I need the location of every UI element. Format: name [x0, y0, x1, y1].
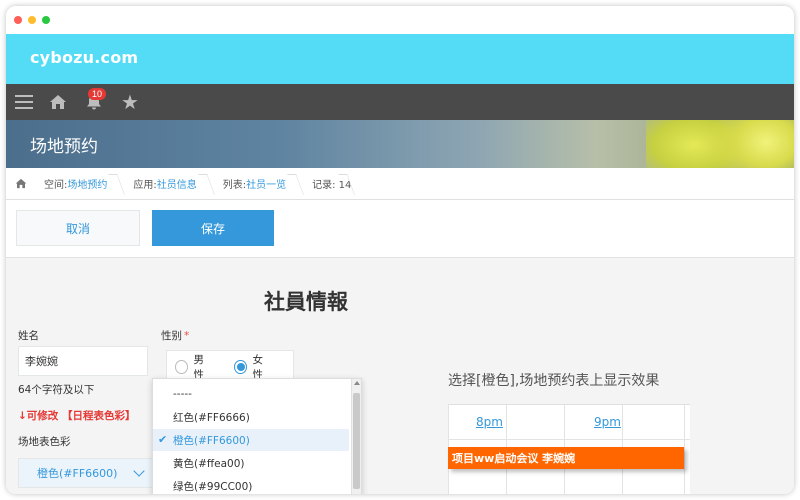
calendar-event[interactable]: 项目ww启动会议 李婉婉: [448, 447, 684, 469]
color-dropdown-list: ----- 红色(#FF6666) ✔ 橙色(#FF6600) 黄色(#ffea…: [152, 378, 362, 494]
name-field-value: 李婉婉: [25, 355, 58, 368]
schedule-preview: 8pm 9pm 项目ww启动会议 李婉婉: [448, 404, 690, 494]
scroll-up-arrow-icon[interactable]: [354, 381, 360, 385]
cancel-button[interactable]: 取消: [16, 210, 140, 246]
breadcrumb-list-link[interactable]: 社员一览: [246, 176, 286, 191]
dropdown-option-selected[interactable]: ✔ 橙色(#FF6600): [153, 429, 349, 451]
banner-decoration: [706, 120, 794, 168]
preview-description: 选择[橙色],场地预约表上显示效果: [448, 373, 660, 389]
color-select-value: 橙色(#FF6600): [37, 467, 118, 480]
gender-field-label: 性别 *: [161, 328, 189, 343]
color-select[interactable]: 橙色(#FF6600): [18, 458, 154, 488]
name-field-hint: 64个字符及以下: [18, 384, 95, 396]
gender-radio-male[interactable]: [175, 360, 188, 374]
breadcrumb-space-label: 空间:: [44, 180, 68, 191]
window-titlebar: [6, 6, 794, 34]
scrollbar-thumb[interactable]: [353, 393, 360, 489]
calendar-time-label[interactable]: 9pm: [594, 415, 621, 429]
gender-radio-female[interactable]: [234, 360, 247, 374]
calendar-gridline: [684, 405, 685, 494]
dropdown-option[interactable]: -----: [153, 383, 349, 405]
hamburger-menu-icon[interactable]: [12, 84, 36, 120]
minimize-window-button[interactable]: [28, 16, 36, 24]
breadcrumb-home-icon[interactable]: [10, 168, 32, 200]
space-banner: 场地预约: [6, 120, 794, 168]
chevron-down-icon: [133, 465, 145, 477]
close-window-button[interactable]: [14, 16, 22, 24]
breadcrumb-record: 记录: 14: [300, 168, 351, 200]
space-title: 场地预约: [30, 137, 98, 157]
breadcrumb-space: 空间: 场地预约: [32, 168, 121, 200]
breadcrumb-app: 应用: 社员信息: [121, 168, 210, 200]
brand-header: cybozu.com: [6, 34, 794, 84]
color-field-label: 场地表色彩: [18, 436, 71, 448]
top-navigation: 10 ★: [6, 84, 794, 120]
notification-badge: 10: [88, 88, 106, 100]
breadcrumb-space-link[interactable]: 场地预约: [67, 176, 107, 191]
name-field-label: 姓名: [18, 330, 39, 342]
dropdown-option[interactable]: 黄色(#ffea00): [153, 452, 349, 474]
name-field[interactable]: 李婉婉: [18, 346, 148, 376]
browser-window: cybozu.com 10 ★ 场地预约 空间: 场地预约 应用: 社员信息 列…: [6, 6, 794, 494]
breadcrumb-list-label: 列表:: [222, 180, 247, 191]
calendar-time-label[interactable]: 8pm: [476, 415, 503, 429]
breadcrumb-record-label: 记录: 14: [312, 180, 352, 191]
breadcrumb: 空间: 场地预约 应用: 社员信息 列表: 社员一览 记录: 14: [6, 168, 794, 200]
calendar-gridline: [448, 439, 690, 440]
required-marker: *: [184, 330, 190, 342]
dropdown-option[interactable]: 红色(#FF6666): [153, 406, 349, 428]
form-title: 社員情報: [264, 290, 348, 314]
checkmark-icon: ✔: [158, 433, 168, 446]
dropdown-option[interactable]: 绿色(#99CC00): [153, 475, 349, 494]
maximize-window-button[interactable]: [42, 16, 50, 24]
editable-color-note: ↓可修改 【日程表色彩】: [18, 410, 136, 422]
breadcrumb-app-label: 应用:: [133, 180, 157, 191]
save-button[interactable]: 保存: [152, 210, 274, 246]
brand-logo[interactable]: cybozu.com: [30, 48, 138, 67]
home-icon[interactable]: [46, 84, 70, 120]
record-toolbar: 取消 保存: [6, 200, 794, 258]
breadcrumb-app-link[interactable]: 社员信息: [157, 176, 197, 191]
gender-label-text: 性别: [161, 330, 182, 342]
breadcrumb-list: 列表: 社员一览: [211, 168, 300, 200]
dropdown-scrollbar[interactable]: [351, 379, 361, 494]
dropdown-option-label: 橙色(#FF6600): [173, 434, 250, 447]
record-form: 社員情報 姓名 李婉婉 64个字符及以下 ↓可修改 【日程表色彩】 场地表色彩 …: [6, 258, 794, 494]
favorites-star-icon[interactable]: ★: [118, 84, 142, 120]
